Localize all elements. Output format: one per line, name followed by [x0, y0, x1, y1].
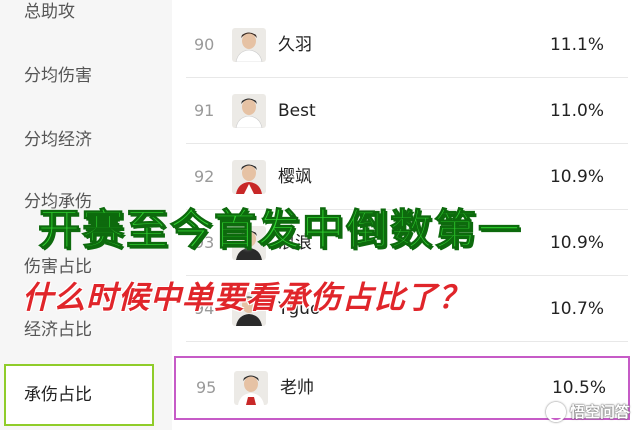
sidebar-item-total-assists[interactable]: 总助攻 — [0, 0, 172, 24]
damage-taken-share: 11.0% — [549, 101, 604, 121]
watermark-text: 悟空问答 — [569, 403, 630, 421]
rank-number: 90 — [194, 35, 215, 54]
ranking-row[interactable]: 90 久羽 11.1% — [186, 12, 628, 78]
watermark: 悟空问答 — [545, 401, 630, 422]
player-avatar — [232, 28, 266, 62]
wukong-logo-icon — [545, 401, 566, 422]
player-name: 久羽 — [278, 35, 312, 55]
rank-number: 95 — [196, 378, 217, 397]
damage-taken-share: 11.1% — [549, 35, 604, 55]
ranking-row[interactable]: 91 Best 11.0% — [186, 78, 628, 144]
headline-caption: 开赛至今首发中倒数第一 — [38, 205, 523, 255]
question-caption: 什么时候中单要看承伤占比了？ — [22, 280, 470, 316]
sidebar-item-damage-per-min[interactable]: 分均伤害 — [0, 64, 172, 88]
player-name: 老帅 — [280, 378, 314, 398]
player-avatar — [232, 160, 266, 194]
player-avatar — [234, 371, 268, 405]
rank-number: 91 — [194, 101, 215, 120]
player-avatar — [232, 94, 266, 128]
sidebar-item-gold-share[interactable]: 经济占比 — [0, 318, 172, 342]
player-name: Best — [278, 101, 316, 121]
sidebar-item-gold-per-min[interactable]: 分均经济 — [0, 128, 172, 152]
sidebar-item-damage-taken-share[interactable]: 承伤占比 — [4, 364, 154, 426]
